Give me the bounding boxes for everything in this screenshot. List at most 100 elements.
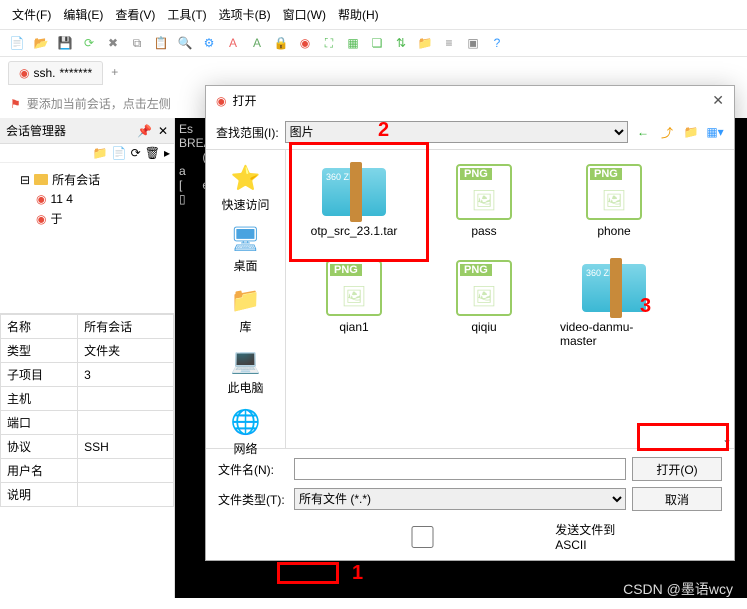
add-tab-icon[interactable]: + xyxy=(107,61,122,85)
prop-cell xyxy=(78,411,174,435)
filetype-combo[interactable]: 所有文件 (*.*) xyxy=(294,488,626,510)
file-label: phone xyxy=(597,224,630,238)
close-icon[interactable]: ✕ xyxy=(158,124,168,138)
copy-icon[interactable]: ⧉ xyxy=(128,34,146,52)
file-item[interactable]: PNG🖼 phone xyxy=(554,158,674,244)
filename-input[interactable] xyxy=(294,458,626,480)
file-item[interactable]: PNG🖼qiqiu xyxy=(424,254,544,354)
place-icon: 📁 xyxy=(230,284,262,316)
paste-icon[interactable]: 📋 xyxy=(152,34,170,52)
annotation-box-2 xyxy=(289,142,429,262)
swirl-icon[interactable]: ◉ xyxy=(296,34,314,52)
tab-ssh[interactable]: ◉ ssh. ******* xyxy=(8,61,103,85)
prop-cell: 说明 xyxy=(1,483,78,507)
cancel-button[interactable]: 取消 xyxy=(632,487,722,511)
transfer-icon[interactable]: ⇅ xyxy=(392,34,410,52)
place-item[interactable]: 💻此电脑 xyxy=(206,341,285,400)
properties-panel: 名称所有会话类型文件夹子项目3主机端口协议SSH用户名说明 xyxy=(0,313,174,507)
menu-view[interactable]: 查看(V) xyxy=(111,4,159,25)
lookin-label: 查找范围(I): xyxy=(216,124,279,141)
new-session-icon[interactable]: 📄 xyxy=(8,34,26,52)
menu-window[interactable]: 窗口(W) xyxy=(279,4,330,25)
menu-help[interactable]: 帮助(H) xyxy=(334,4,383,25)
place-label: 快速访问 xyxy=(221,196,269,213)
annotation-2: 2 xyxy=(378,119,389,142)
open-button[interactable]: 打开(O) xyxy=(632,457,722,481)
reconnect-icon[interactable]: ⟳ xyxy=(80,34,98,52)
expand-icon[interactable]: ▸ xyxy=(164,146,170,160)
font-icon[interactable]: A xyxy=(224,34,242,52)
archive-icon: 360 ZIP xyxy=(582,260,646,316)
open-icon[interactable]: 📂 xyxy=(32,34,50,52)
disconnect-icon[interactable]: ✖ xyxy=(104,34,122,52)
cascade-icon[interactable]: ❏ xyxy=(368,34,386,52)
script-icon[interactable]: ≡ xyxy=(440,34,458,52)
flag-icon: ⚑ xyxy=(10,97,21,111)
menu-tools[interactable]: 工具(T) xyxy=(163,4,210,25)
new-folder-icon[interactable]: 📁 xyxy=(93,146,108,160)
file-item[interactable]: PNG🖼pass xyxy=(424,158,544,244)
tile-icon[interactable]: ▦ xyxy=(344,34,362,52)
swirl-icon: ◉ xyxy=(36,212,46,226)
file-label: qian1 xyxy=(339,320,368,334)
newfolder-icon[interactable]: 📁 xyxy=(682,123,700,141)
color-icon[interactable]: A xyxy=(248,34,266,52)
delete-icon[interactable]: 🗑 xyxy=(145,146,160,160)
filetype-label: 文件类型(T): xyxy=(218,491,288,508)
back-icon[interactable]: ← xyxy=(634,123,652,141)
place-item[interactable]: 🖥 桌面 xyxy=(206,219,285,278)
place-icon: ⭐ xyxy=(230,162,262,194)
prop-cell: 所有会话 xyxy=(78,315,174,339)
tree-item[interactable]: ◉ 11 4 xyxy=(6,190,168,208)
up-icon[interactable]: ⤴ xyxy=(658,123,676,141)
annotation-box-1 xyxy=(277,562,339,584)
properties-icon[interactable]: ⚙ xyxy=(200,34,218,52)
swirl-icon: ◉ xyxy=(216,94,226,108)
help-icon[interactable]: ? xyxy=(488,34,506,52)
viewmode-icon[interactable]: ▦▾ xyxy=(706,123,724,141)
menu-tabs[interactable]: 选项卡(B) xyxy=(215,4,275,25)
find-icon[interactable]: 🔍 xyxy=(176,34,194,52)
lookin-combo[interactable]: 图片 xyxy=(285,121,628,143)
pin-icon[interactable]: 📌 xyxy=(137,124,152,138)
annotation-3: 3 xyxy=(640,295,651,318)
tab-label-dots: ******* xyxy=(60,66,93,80)
save-icon[interactable]: 💾 xyxy=(56,34,74,52)
place-icon: 🌐 xyxy=(230,406,262,438)
ascii-label: 发送文件到ASCII xyxy=(555,521,626,552)
terminal-icon[interactable]: ▣ xyxy=(464,34,482,52)
dialog-titlebar: ◉ 打开 ✕ xyxy=(206,86,734,115)
sidebar-title: 会话管理器 xyxy=(6,122,66,139)
place-item[interactable]: 📁库 xyxy=(206,280,285,339)
place-item[interactable]: 🌐 网络 xyxy=(206,402,285,461)
prop-cell xyxy=(78,387,174,411)
place-icon: 🖥 xyxy=(230,223,262,255)
tree-root[interactable]: ⊟ 所有会话 xyxy=(6,169,168,190)
tree-item[interactable]: ◉ 于 xyxy=(6,208,168,229)
prop-cell: 协议 xyxy=(1,435,78,459)
place-label: 桌面 xyxy=(233,257,257,274)
place-label: 网络 xyxy=(233,440,257,457)
prop-cell: SSH xyxy=(78,435,174,459)
place-item[interactable]: ⭐ 快速访问 xyxy=(206,158,285,217)
file-label: video-danmu-master xyxy=(560,320,668,348)
file-item[interactable]: 360 ZIP video-danmu-master xyxy=(554,254,674,354)
prop-cell: 用户名 xyxy=(1,459,78,483)
fullscreen-icon[interactable]: ⛶ xyxy=(320,34,338,52)
new-session-icon[interactable]: 📄 xyxy=(112,146,127,160)
refresh-icon[interactable]: ⟳ xyxy=(131,146,141,160)
menu-edit[interactable]: 编辑(E) xyxy=(59,4,107,25)
file-label: qiqiu xyxy=(471,320,496,334)
menu-file[interactable]: 文件(F) xyxy=(8,4,55,25)
close-icon[interactable]: ✕ xyxy=(712,92,724,109)
lock-icon[interactable]: 🔒 xyxy=(272,34,290,52)
prop-cell xyxy=(78,459,174,483)
file-item[interactable]: PNG🖼qian1 xyxy=(294,254,414,354)
watermark: CSDN @墨语wcy xyxy=(623,579,733,599)
file-label: pass xyxy=(471,224,496,238)
places-bar: ⭐快速访问🖥桌面📁库💻此电脑🌐网络 xyxy=(206,150,286,448)
prop-cell xyxy=(78,483,174,507)
folder-icon[interactable]: 📁 xyxy=(416,34,434,52)
ascii-checkbox[interactable] xyxy=(294,526,551,548)
png-icon: PNG🖼 xyxy=(582,164,646,220)
